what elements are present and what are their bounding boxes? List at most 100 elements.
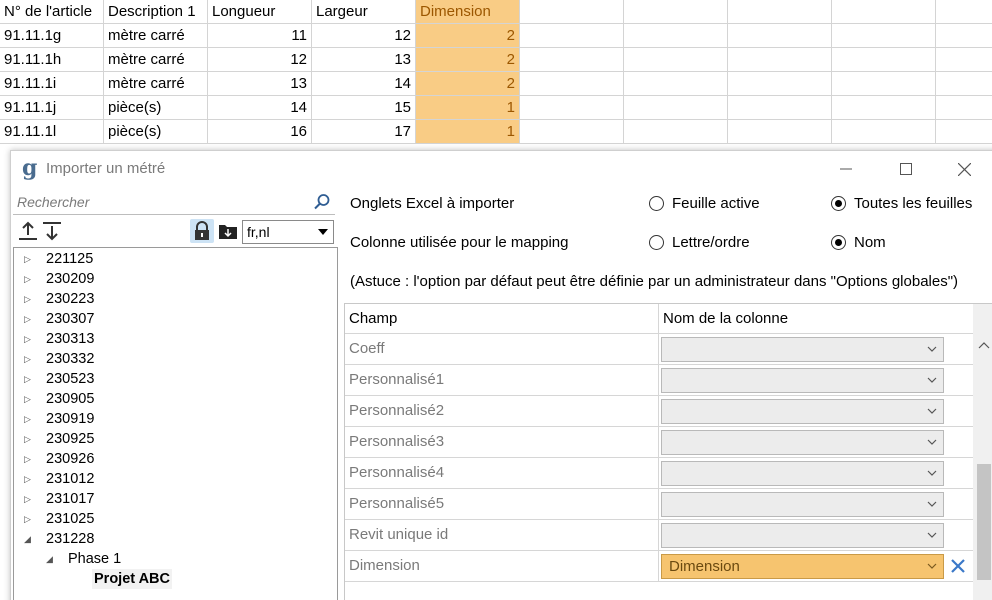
tree-item[interactable]: ◢ 231228: [14, 529, 334, 549]
sheet-cell[interactable]: [728, 48, 832, 72]
sheet-cell[interactable]: [520, 72, 624, 96]
sheet-cell-desc[interactable]: pièce(s): [104, 120, 208, 144]
sheet-cell[interactable]: [832, 0, 936, 24]
collapsed-arrow-icon[interactable]: ▷: [24, 429, 36, 449]
vertical-scrollbar[interactable]: [973, 304, 992, 600]
search-icon[interactable]: [313, 193, 331, 211]
tree-item[interactable]: ▷ 230209: [14, 269, 334, 289]
sheet-cell[interactable]: [520, 24, 624, 48]
expanded-arrow-icon[interactable]: ◢: [46, 549, 58, 569]
sheet-cell[interactable]: [728, 0, 832, 24]
sheet-cell-article[interactable]: 91.11.1h: [0, 48, 104, 72]
dialog-titlebar[interactable]: g Importer un métré: [11, 151, 992, 187]
column-select[interactable]: [661, 461, 944, 486]
sheet-cell-largeur[interactable]: 17: [312, 120, 416, 144]
upload-icon[interactable]: [16, 219, 40, 243]
sheet-cell-article[interactable]: 91.11.1j: [0, 96, 104, 120]
sheet-cell-desc[interactable]: mètre carré: [104, 24, 208, 48]
grid-header-field[interactable]: Champ: [345, 304, 659, 334]
tree-item[interactable]: ▷ 230223: [14, 289, 334, 309]
tree-item[interactable]: ▷ 231025: [14, 509, 334, 529]
column-select[interactable]: [661, 523, 944, 548]
tree-item[interactable]: ▷ 231012: [14, 469, 334, 489]
sheet-cell[interactable]: [728, 120, 832, 144]
collapsed-arrow-icon[interactable]: ▷: [24, 249, 36, 269]
sheet-cell-largeur[interactable]: 13: [312, 48, 416, 72]
sheet-cell[interactable]: [936, 96, 992, 120]
radio-all-sheets[interactable]: Toutes les feuilles: [831, 195, 972, 212]
sheet-cell[interactable]: [624, 0, 728, 24]
radio-active-sheet[interactable]: Feuille active: [649, 195, 760, 212]
collapsed-arrow-icon[interactable]: ▷: [24, 329, 36, 349]
collapsed-arrow-icon[interactable]: ▷: [24, 309, 36, 329]
tree-item[interactable]: ▷ 221125: [14, 249, 334, 269]
sheet-cell[interactable]: [936, 0, 992, 24]
sheet-cell[interactable]: [520, 48, 624, 72]
sheet-header-dimension[interactable]: Dimension: [416, 0, 520, 24]
sheet-cell-dimension[interactable]: 1: [416, 96, 520, 120]
tree-item[interactable]: ▷ 230307: [14, 309, 334, 329]
sheet-cell[interactable]: [936, 48, 992, 72]
collapsed-arrow-icon[interactable]: ▷: [24, 489, 36, 509]
sheet-cell[interactable]: [520, 96, 624, 120]
collapsed-arrow-icon[interactable]: ▷: [24, 509, 36, 529]
sheet-cell-desc[interactable]: mètre carré: [104, 48, 208, 72]
folder-download-button[interactable]: [216, 219, 240, 243]
sheet-cell[interactable]: [832, 48, 936, 72]
column-select[interactable]: [661, 492, 944, 517]
collapsed-arrow-icon[interactable]: ▷: [24, 389, 36, 409]
column-select[interactable]: [661, 337, 944, 362]
scroll-up-icon[interactable]: [978, 340, 990, 350]
sheet-cell-longueur[interactable]: 13: [208, 72, 312, 96]
language-select[interactable]: fr,nl: [242, 220, 334, 244]
tree-item[interactable]: ▷ 230905: [14, 389, 334, 409]
collapsed-arrow-icon[interactable]: ▷: [24, 469, 36, 489]
sheet-cell-article[interactable]: 91.11.1l: [0, 120, 104, 144]
download-icon[interactable]: [40, 219, 64, 243]
sheet-cell[interactable]: [624, 96, 728, 120]
collapsed-arrow-icon[interactable]: ▷: [24, 409, 36, 429]
sheet-cell[interactable]: [832, 72, 936, 96]
collapsed-arrow-icon[interactable]: ▷: [24, 289, 36, 309]
sheet-cell-desc[interactable]: mètre carré: [104, 72, 208, 96]
sheet-cell[interactable]: [936, 24, 992, 48]
collapsed-arrow-icon[interactable]: ▷: [24, 269, 36, 289]
sheet-cell[interactable]: [624, 120, 728, 144]
sheet-cell-article[interactable]: 91.11.1g: [0, 24, 104, 48]
sheet-cell-largeur[interactable]: 12: [312, 24, 416, 48]
tree-item[interactable]: ▷ 230926: [14, 449, 334, 469]
tree-item[interactable]: ▷ 230313: [14, 329, 334, 349]
sheet-cell[interactable]: [520, 120, 624, 144]
sheet-cell[interactable]: [832, 24, 936, 48]
tree-item[interactable]: ◢ Phase 1: [14, 549, 334, 569]
sheet-cell[interactable]: [728, 96, 832, 120]
sheet-cell[interactable]: [728, 72, 832, 96]
tree-item[interactable]: ▷ 230523: [14, 369, 334, 389]
column-select[interactable]: [661, 399, 944, 424]
grid-header-column[interactable]: Nom de la colonne: [659, 304, 973, 334]
search-input[interactable]: [17, 192, 307, 212]
close-window-button[interactable]: [941, 155, 987, 183]
tree-item[interactable]: ▷ 230925: [14, 429, 334, 449]
sheet-cell[interactable]: [624, 48, 728, 72]
maximize-button[interactable]: [883, 155, 929, 183]
sheet-cell-dimension[interactable]: 2: [416, 48, 520, 72]
radio-name[interactable]: Nom: [831, 234, 886, 251]
clear-mapping-button[interactable]: [948, 556, 968, 576]
radio-letter-order[interactable]: Lettre/ordre: [649, 234, 750, 251]
tree-item[interactable]: ▷ 230919: [14, 409, 334, 429]
collapsed-arrow-icon[interactable]: ▷: [24, 369, 36, 389]
expanded-arrow-icon[interactable]: ◢: [24, 529, 36, 549]
sheet-cell-dimension[interactable]: 2: [416, 72, 520, 96]
sheet-cell[interactable]: [520, 0, 624, 24]
sheet-cell-longueur[interactable]: 16: [208, 120, 312, 144]
collapsed-arrow-icon[interactable]: ▷: [24, 349, 36, 369]
sheet-cell-longueur[interactable]: 14: [208, 96, 312, 120]
tree-item-selected[interactable]: Projet ABC: [14, 569, 334, 589]
sheet-cell-dimension[interactable]: 1: [416, 120, 520, 144]
collapsed-arrow-icon[interactable]: ▷: [24, 449, 36, 469]
sheet-cell-largeur[interactable]: 15: [312, 96, 416, 120]
sheet-header-article[interactable]: N° de l'article: [0, 0, 104, 24]
minimize-button[interactable]: [823, 155, 869, 183]
sheet-cell[interactable]: [624, 72, 728, 96]
